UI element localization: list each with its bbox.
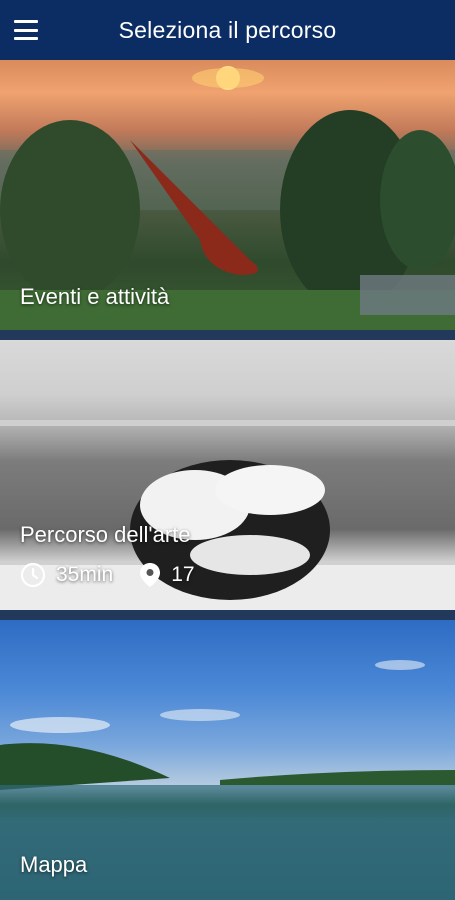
route-card-art[interactable]: Percorso dell'arte 35min 17 (0, 340, 455, 610)
route-meta: 35min 17 (20, 562, 221, 588)
card-label: Eventi e attività (20, 284, 170, 309)
duration-value: 35min (56, 563, 114, 586)
stops-value: 17 (171, 563, 195, 586)
card-divider (0, 610, 455, 620)
duration: 35min (20, 562, 113, 588)
card-label: Percorso dell'arte (20, 522, 191, 547)
route-card-map[interactable]: Mappa (0, 620, 455, 900)
route-card-events[interactable]: Eventi e attività (0, 60, 455, 330)
card-divider (0, 330, 455, 340)
location-pin-icon (140, 563, 161, 587)
page-title: Seleziona il percorso (118, 17, 337, 43)
card-label: Mappa (20, 852, 88, 877)
clock-icon (20, 562, 46, 588)
stops: 17 (139, 562, 195, 588)
app-bar: Seleziona il percorso (0, 0, 455, 60)
